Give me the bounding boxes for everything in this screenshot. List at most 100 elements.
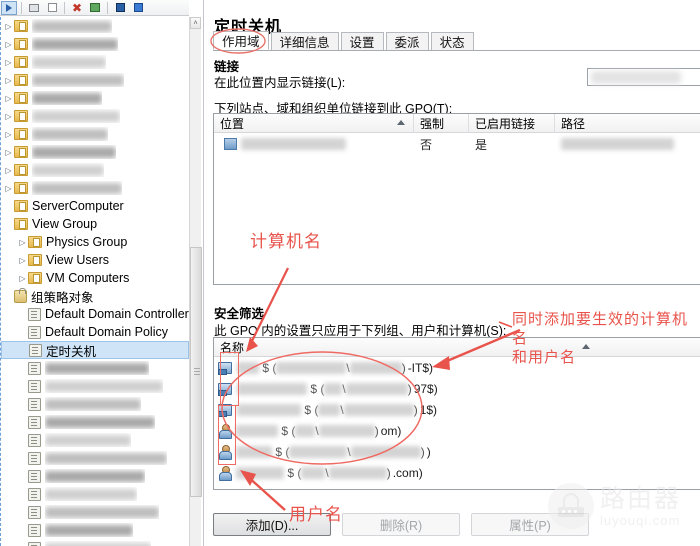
sort-ascending-icon	[397, 119, 405, 125]
column-header-enforced[interactable]: 强制	[414, 113, 469, 133]
user-icons-highlight-box	[218, 405, 236, 465]
chevron-right-icon[interactable]: ▷	[3, 76, 14, 85]
chevron-right-icon[interactable]: ▷	[17, 256, 28, 265]
tree-item[interactable]: ▷ VM Computers	[1, 269, 189, 287]
tree-item-label	[32, 181, 122, 195]
tree-item[interactable]: Default Domain Policy	[1, 323, 189, 341]
tree-item[interactable]: ▷	[1, 35, 189, 53]
list-item[interactable]: $ (\) om)	[214, 420, 700, 441]
tab-0[interactable]: 作用域	[213, 31, 269, 50]
scroll-up-icon[interactable]: ˄	[190, 17, 201, 29]
tree-item[interactable]: ▷	[1, 143, 189, 161]
export-icon[interactable]	[130, 1, 146, 15]
list-item-suffix: .com)	[392, 465, 423, 480]
folder-icon	[14, 74, 28, 86]
chevron-right-icon[interactable]: ▷	[3, 40, 14, 49]
back-icon[interactable]	[1, 0, 17, 15]
tree-item[interactable]: ▷	[1, 107, 189, 125]
tree-item[interactable]	[1, 359, 189, 377]
tree-item[interactable]: ▷	[1, 53, 189, 71]
copy-icon[interactable]	[26, 1, 42, 15]
tree-item-label	[45, 433, 131, 447]
tree-item-selected[interactable]: 定时关机	[1, 341, 189, 359]
tree-item-label	[45, 523, 133, 537]
console-tree[interactable]: ▷ ▷ ▷ ▷ ▷ ▷ ▷ ▷ ▷ ▷ ServerComputer View Group ▷ Physi…	[0, 17, 189, 546]
tree-item[interactable]	[1, 467, 189, 485]
tree-item-label	[45, 487, 137, 501]
chevron-right-icon[interactable]: ▷	[17, 274, 28, 283]
remove-button: 删除(R)	[342, 513, 460, 536]
tree-item[interactable]	[1, 449, 189, 467]
tree-item[interactable]: ▷	[1, 161, 189, 179]
tree-item[interactable]: 组策略对象	[1, 287, 189, 305]
links-table[interactable]: 位置 强制 已启用链接 路径 否 是	[213, 113, 700, 285]
tree-item[interactable]: ▷	[1, 125, 189, 143]
tree-item[interactable]: Default Domain Controllers Policy	[1, 305, 189, 323]
tree-item[interactable]	[1, 395, 189, 413]
location-combobox[interactable]	[587, 68, 700, 86]
gpo-icon	[28, 325, 41, 339]
tree-item[interactable]	[1, 539, 189, 546]
column-header-link-enabled[interactable]: 已启用链接	[469, 113, 555, 133]
tree-item[interactable]: ▷	[1, 71, 189, 89]
list-item[interactable]: $ (\) 1$)	[214, 399, 700, 420]
folder-icon	[28, 254, 42, 266]
watermark-text: 路由器 luyouqi.com	[600, 486, 681, 527]
chevron-right-icon[interactable]: ▷	[3, 94, 14, 103]
chevron-right-icon[interactable]: ▷	[17, 238, 28, 247]
tab-3[interactable]: 委派	[385, 32, 429, 50]
user-icon	[218, 466, 232, 481]
redacted-label	[32, 57, 106, 69]
tree-item[interactable]	[1, 431, 189, 449]
tree-item[interactable]	[1, 503, 189, 521]
scrollbar-thumb[interactable]	[190, 247, 202, 497]
sidebar-scrollbar[interactable]: ˄	[189, 17, 202, 546]
chevron-right-icon[interactable]: ▷	[3, 22, 14, 31]
list-item-suffix: )	[426, 444, 431, 459]
gpo-icon	[28, 433, 41, 447]
chevron-right-icon[interactable]: ▷	[3, 130, 14, 139]
gpmc-window: ✖ ▷ ▷ ▷ ▷ ▷ ▷ ▷ ▷ ▷ ▷ ServerComputer View Group ▷ Phy…	[0, 0, 700, 546]
tree-item[interactable]: View Group	[1, 215, 189, 233]
table-row[interactable]: 否 是	[214, 133, 700, 155]
column-header-location[interactable]: 位置	[214, 113, 414, 133]
column-header-path[interactable]: 路径	[555, 114, 700, 133]
folder-icon	[14, 128, 28, 140]
tree-item[interactable]	[1, 521, 189, 539]
redacted-label	[32, 111, 120, 123]
left-pane: ✖ ▷ ▷ ▷ ▷ ▷ ▷ ▷ ▷ ▷ ▷ ServerComputer View Group ▷ Phy…	[0, 0, 202, 546]
gpo-icon	[28, 487, 41, 501]
tree-item-label	[32, 37, 118, 51]
tree-item[interactable]: ▷	[1, 17, 189, 35]
chevron-right-icon[interactable]: ▷	[3, 148, 14, 157]
delete-icon[interactable]: ✖	[69, 1, 85, 15]
tab-1[interactable]: 详细信息	[270, 32, 339, 50]
stop-icon[interactable]	[44, 1, 60, 15]
tree-item[interactable]: ▷ View Users	[1, 251, 189, 269]
list-item[interactable]: $ (\) 97$)	[214, 378, 700, 399]
tree-item[interactable]	[1, 413, 189, 431]
refresh-icon[interactable]	[87, 1, 103, 15]
tree-item[interactable]	[1, 485, 189, 503]
gpo-container-icon	[14, 287, 27, 303]
chevron-right-icon[interactable]: ▷	[3, 166, 14, 175]
redacted-label	[32, 165, 104, 177]
tree-item-label: Default Domain Policy	[45, 325, 168, 339]
tree-item[interactable]	[1, 377, 189, 395]
chevron-right-icon[interactable]: ▷	[3, 112, 14, 121]
tree-item-label	[45, 505, 159, 519]
tree-item[interactable]: ▷	[1, 179, 189, 197]
chevron-right-icon[interactable]: ▷	[3, 184, 14, 193]
redacted-label	[45, 381, 163, 393]
tree-item-label	[32, 163, 104, 177]
redacted-label	[45, 471, 145, 483]
list-item[interactable]: $ (\))	[214, 441, 700, 462]
chevron-right-icon[interactable]: ▷	[3, 58, 14, 67]
tree-item[interactable]: ▷	[1, 89, 189, 107]
column-header-path-label: 路径	[561, 116, 586, 131]
tree-item[interactable]: ServerComputer	[1, 197, 189, 215]
tab-4[interactable]: 状态	[430, 32, 474, 50]
tab-2[interactable]: 设置	[340, 32, 384, 50]
help-icon[interactable]	[112, 1, 128, 15]
tree-item[interactable]: ▷ Physics Group	[1, 233, 189, 251]
